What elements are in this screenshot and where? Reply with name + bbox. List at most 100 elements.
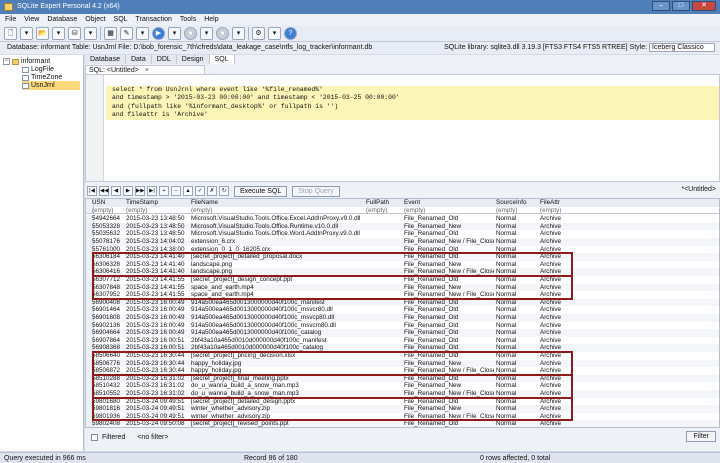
- maximize-button[interactable]: □: [672, 1, 690, 11]
- cell-filename[interactable]: winter_whether_advisory.zip: [191, 413, 365, 421]
- menu-object[interactable]: Object: [85, 14, 105, 25]
- dropdown-icon[interactable]: ▾: [84, 26, 97, 40]
- execute-sql-button[interactable]: Execute SQL: [234, 185, 288, 197]
- dropdown-icon[interactable]: ▾: [20, 26, 33, 40]
- cell-timestamp[interactable]: 2015-03-23 14:41:55: [126, 284, 190, 292]
- cell-filename[interactable]: 914a500ea465d0013000000d40f100c_msvcr80.…: [191, 306, 365, 314]
- cell-fileattr[interactable]: Archive: [540, 230, 580, 238]
- column-header-usn[interactable]: USN: [92, 199, 125, 207]
- cell-event[interactable]: File_Renamed_Old: [404, 230, 494, 238]
- cell-sourceinfo[interactable]: Normal: [496, 223, 539, 231]
- cell-usn[interactable]: 54942664: [92, 215, 125, 223]
- tab-ddl[interactable]: DDL: [151, 55, 177, 64]
- cell-timestamp[interactable]: 2015-03-23 13:48:50: [126, 230, 190, 238]
- cell-filename[interactable]: landscape.png: [191, 268, 365, 276]
- cell-usn[interactable]: 56307712: [92, 276, 125, 284]
- cell-sourceinfo[interactable]: Normal: [496, 382, 539, 390]
- attach-database-icon[interactable]: ⛁: [68, 26, 81, 40]
- cell-usn[interactable]: 56306416: [92, 268, 125, 276]
- cell-sourceinfo[interactable]: Normal: [496, 238, 539, 246]
- sql-document-tab[interactable]: SQL: <Untitled> ×: [85, 65, 205, 74]
- cell-fileattr[interactable]: Archive: [540, 405, 580, 413]
- grid-filter-row[interactable]: (empty) (empty) (empty) (empty) (empty) (empt…: [86, 206, 719, 215]
- cell-timestamp[interactable]: 2015-03-23 16:31:02: [126, 390, 190, 398]
- cell-usn[interactable]: 56907864: [92, 337, 125, 345]
- cell-event[interactable]: File_Renamed_Old: [404, 352, 494, 360]
- cell-filename[interactable]: 914a500ea465d0013000000d40f100c_manifest: [191, 299, 365, 307]
- dropdown-icon[interactable]: ▾: [232, 26, 245, 40]
- cell-timestamp[interactable]: 2015-03-23 14:41:40: [126, 253, 190, 261]
- cell-fileattr[interactable]: Archive: [540, 299, 580, 307]
- cell-filename[interactable]: 2bf43a10a465d0010d000000d40f100c_manifes…: [191, 337, 365, 345]
- cell-fileattr[interactable]: Archive: [540, 238, 580, 246]
- cell-event[interactable]: File_Renamed_Old: [404, 246, 494, 254]
- cell-usn[interactable]: 59801816: [92, 405, 125, 413]
- cell-fileattr[interactable]: Archive: [540, 215, 580, 223]
- cell-usn[interactable]: 56902136: [92, 322, 125, 330]
- cell-usn[interactable]: 55078176: [92, 238, 125, 246]
- cell-event[interactable]: File_Renamed_New: [404, 405, 494, 413]
- cell-filename[interactable]: Microsoft.VisualStudio.Tools.Office.Exce…: [191, 215, 365, 223]
- cell-filename[interactable]: 914a500ea465d0013000000d40f100c_msvcm80.…: [191, 322, 365, 330]
- sql-editor[interactable]: select * from UsnJrnl where event like '…: [85, 74, 720, 182]
- close-button[interactable]: ✕: [692, 1, 716, 11]
- cell-event[interactable]: File_Renamed_Old: [404, 276, 494, 284]
- cell-timestamp[interactable]: 2015-03-23 16:00:49: [126, 306, 190, 314]
- commit-icon[interactable]: ●: [184, 26, 197, 40]
- cell-sourceinfo[interactable]: Normal: [496, 405, 539, 413]
- cell-sourceinfo[interactable]: Normal: [496, 268, 539, 276]
- next-record-button[interactable]: ▶: [123, 186, 133, 196]
- table-row[interactable]: 55078176 2015-03-23 14:04:02 extension_6.c…: [86, 238, 719, 246]
- table-row[interactable]: 59801936 2015-03-24 09:49:51 winter_whethe…: [86, 412, 719, 421]
- column-header-timestamp[interactable]: TimeStamp: [126, 199, 190, 207]
- cell-fileattr[interactable]: Archive: [540, 329, 580, 337]
- table-row[interactable]: 56900408 2015-03-23 16:00:49 914a500ea465d…: [86, 298, 719, 307]
- cell-usn[interactable]: 56307848: [92, 284, 125, 292]
- cell-sourceinfo[interactable]: Normal: [496, 398, 539, 406]
- cell-sourceinfo[interactable]: Normal: [496, 413, 539, 421]
- cell-fileattr[interactable]: Archive: [540, 360, 580, 368]
- cell-fileattr[interactable]: Archive: [540, 223, 580, 231]
- filtered-checkbox[interactable]: [91, 433, 98, 441]
- menu-tools[interactable]: Tools: [180, 14, 196, 25]
- delete-record-button[interactable]: −: [171, 186, 181, 196]
- cell-filename[interactable]: happy_holiday.jpg: [191, 360, 365, 368]
- cell-event[interactable]: File_Renamed_Old: [404, 322, 494, 330]
- cell-usn[interactable]: 59801680: [92, 398, 125, 406]
- cell-timestamp[interactable]: 2015-03-23 16:00:51: [126, 344, 190, 352]
- table-row[interactable]: 59801816 2015-03-24 09:49:51 winter_whethe…: [86, 405, 719, 413]
- column-filter-usn[interactable]: (empty): [92, 207, 125, 215]
- cell-fileattr[interactable]: Archive: [540, 337, 580, 345]
- table-row[interactable]: 59801680 2015-03-24 09:49:51 [secret_proje…: [86, 397, 719, 406]
- first-record-button[interactable]: |◀: [87, 186, 97, 196]
- cell-filename[interactable]: space_and_earth.mp4: [191, 284, 365, 292]
- cell-fileattr[interactable]: Archive: [540, 314, 580, 322]
- cell-usn[interactable]: 55035632: [92, 230, 125, 238]
- cancel-edit-button[interactable]: ✗: [207, 186, 217, 196]
- cell-sourceinfo[interactable]: Normal: [496, 306, 539, 314]
- cell-usn[interactable]: 56904664: [92, 329, 125, 337]
- cell-event[interactable]: File_Renamed_New: [404, 360, 494, 368]
- cell-sourceinfo[interactable]: Normal: [496, 253, 539, 261]
- table-row[interactable]: 56307848 2015-03-23 14:41:55 space_and_ear…: [86, 283, 719, 292]
- column-filter-timestamp[interactable]: (empty): [126, 207, 190, 215]
- cell-event[interactable]: File_Renamed_New: [404, 382, 494, 390]
- cell-fileattr[interactable]: Archive: [540, 344, 580, 352]
- table-row[interactable]: 56907864 2015-03-23 16:00:51 2bf43a10a465d…: [86, 336, 719, 345]
- cell-fileattr[interactable]: Archive: [540, 413, 580, 421]
- cell-fileattr[interactable]: Archive: [540, 261, 580, 269]
- cell-filename[interactable]: [secret_project]_revised_points.ppt: [191, 420, 365, 427]
- menu-transaction[interactable]: Transaction: [136, 14, 172, 25]
- cell-event[interactable]: File_Renamed_New: [404, 261, 494, 269]
- cell-filename[interactable]: 2bf43a10a465d0010d000000d40f100c_catalog: [191, 344, 365, 352]
- table-row[interactable]: 58506776 2015-03-23 16:30:44 happy_holiday…: [86, 359, 719, 368]
- menu-file[interactable]: File: [5, 14, 16, 25]
- cell-timestamp[interactable]: 2015-03-23 13:48:50: [126, 223, 190, 231]
- table-row[interactable]: 56904664 2015-03-23 16:00:49 914a500ea465d…: [86, 329, 719, 337]
- cell-usn[interactable]: 56900408: [92, 299, 125, 307]
- edit-record-button[interactable]: ▲: [183, 186, 193, 196]
- cell-event[interactable]: File_Renamed_Old: [404, 299, 494, 307]
- cell-event[interactable]: File_Renamed_Old: [404, 253, 494, 261]
- column-filter-sourceinfo[interactable]: (empty): [496, 207, 539, 215]
- cell-event[interactable]: File_Renamed_New / File_Closed: [404, 390, 494, 398]
